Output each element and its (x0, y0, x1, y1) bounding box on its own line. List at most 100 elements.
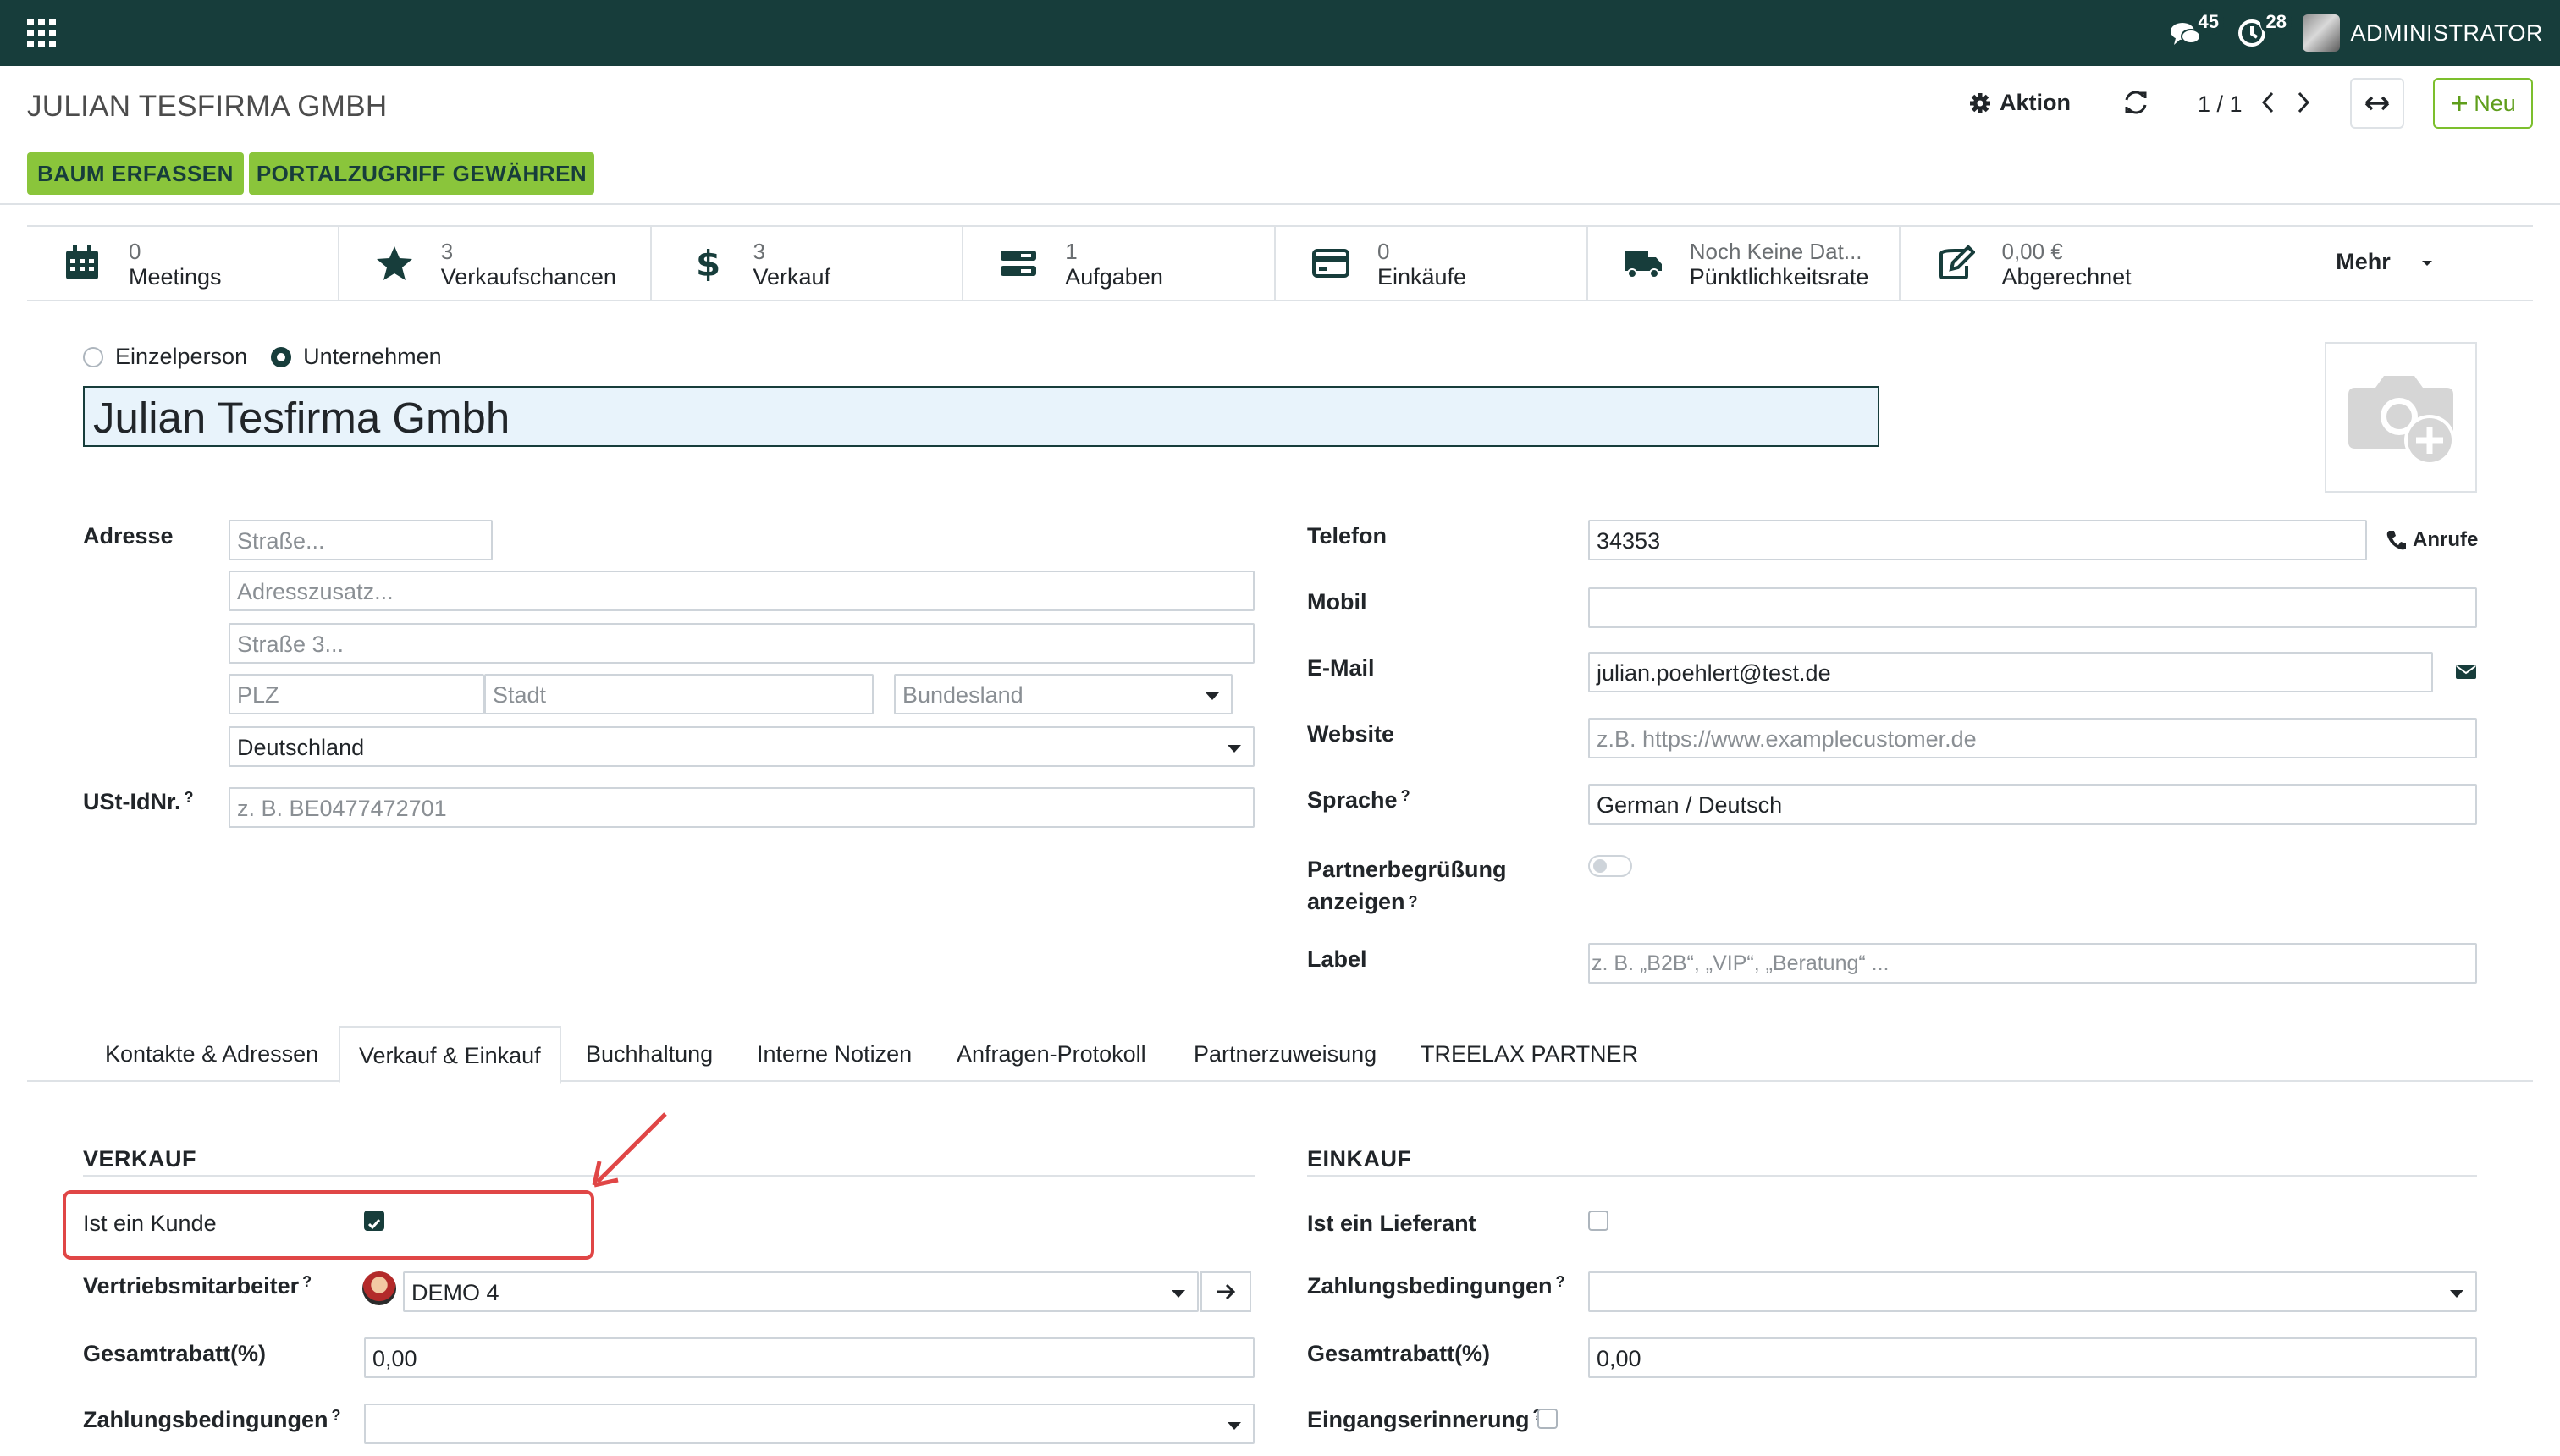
pager-next-icon[interactable] (2291, 88, 2316, 117)
envelope-icon[interactable] (2455, 664, 2477, 681)
stat-value: 1 (1065, 239, 1078, 264)
partner-name-input[interactable]: Julian Tesfirma Gmbh (83, 386, 1879, 447)
vat-help[interactable]: ? (185, 789, 194, 806)
user-menu[interactable]: ADMINISTRATOR (2303, 14, 2543, 52)
navbar-right: 45 28 ADMINISTRATOR (2167, 0, 2543, 66)
tasks-stat-button[interactable]: 1 Aufgaben (963, 227, 1276, 300)
greeting-toggle[interactable] (1588, 855, 1632, 877)
sales-stat-button[interactable]: $ 3 Verkauf (652, 227, 964, 300)
grant-portal-access-button[interactable]: PORTALZUGRIFF GEWÄHREN (249, 152, 594, 195)
language-select[interactable]: German / Deutsch (1588, 784, 2477, 825)
company-type-selector: Einzelperson Unternehmen (83, 344, 442, 370)
individual-radio[interactable] (83, 346, 103, 367)
refresh-icon[interactable] (2121, 88, 2150, 117)
tab-partner-assignment[interactable]: Partnerzuweisung (1194, 1041, 1377, 1067)
website-label: Website (1307, 721, 1395, 747)
pager-previous-icon[interactable] (2255, 88, 2281, 117)
company-radio[interactable] (271, 346, 292, 367)
state-select[interactable]: Bundesland (894, 674, 1233, 714)
street2-input[interactable]: Adresszusatz... (229, 571, 1255, 611)
salesperson-help[interactable]: ? (302, 1273, 312, 1290)
receipt-reminder-label-text: Eingangserinnerung (1307, 1407, 1530, 1432)
salesperson-value: DEMO 4 (411, 1280, 499, 1305)
messages-button[interactable]: 45 (2167, 9, 2224, 52)
country-select[interactable]: Deutschland (229, 726, 1255, 767)
vat-input[interactable]: z. B. BE0477472701 (229, 787, 1255, 828)
truck-icon (1624, 251, 1662, 279)
individual-label: Einzelperson (115, 344, 248, 369)
purchase-terms-help[interactable]: ? (1555, 1273, 1564, 1290)
purchase-terms-select[interactable] (1588, 1271, 2477, 1312)
star-icon (376, 246, 412, 280)
purchase-discount-input[interactable]: 0,00 (1588, 1337, 2477, 1378)
street3-input[interactable]: Straße 3... (229, 623, 1255, 664)
stat-label: Verkauf (753, 264, 831, 290)
language-help[interactable]: ? (1401, 787, 1410, 804)
is-vendor-label: Ist ein Lieferant (1307, 1211, 1476, 1236)
salesperson-label-text: Vertriebsmitarbeiter (83, 1273, 300, 1299)
mobile-input[interactable] (1588, 587, 2477, 628)
purchases-stat-button[interactable]: 0 Einkäufe (1276, 227, 1588, 300)
photo-upload[interactable] (2325, 342, 2477, 493)
street-input[interactable]: Straße... (229, 520, 493, 560)
new-record-button[interactable]: Neu (2433, 78, 2533, 129)
call-button[interactable]: Anrufe (2386, 528, 2478, 552)
city-input[interactable]: Stadt (484, 674, 874, 714)
vat-label-text: USt-IdNr. (83, 789, 181, 814)
pager-value[interactable]: 1 / 1 (2198, 91, 2243, 118)
is-vendor-checkbox[interactable] (1588, 1211, 1608, 1231)
purchase-section-divider (1307, 1175, 2477, 1177)
activities-badge: 28 (2260, 9, 2292, 35)
sales-terms-label: Zahlungsbedingungen? (83, 1407, 340, 1433)
phone-label: Telefon (1307, 523, 1387, 549)
sales-section-title: VERKAUF (83, 1146, 197, 1172)
on-time-rate-stat-button[interactable]: Noch Keine Dat... Pünktlichkeitsrate (1588, 227, 1901, 300)
dollar-icon: $ (696, 244, 720, 283)
tab-sales-purchase[interactable]: Verkauf & Einkauf (339, 1026, 561, 1084)
tab-accounting[interactable]: Buchhaltung (586, 1041, 713, 1067)
chevron-down-icon (1228, 745, 1241, 753)
greeting-help[interactable]: ? (1409, 893, 1418, 910)
language-label-text: Sprache (1307, 787, 1398, 813)
user-avatar (2303, 14, 2341, 52)
salesperson-open-button[interactable] (1200, 1271, 1251, 1312)
chevron-down-icon (2450, 1290, 2463, 1298)
sales-terms-select[interactable] (364, 1404, 1255, 1444)
tag-input[interactable]: z. B. „B2B“, „VIP“, „Beratung“ ... (1588, 943, 2477, 984)
state-placeholder: Bundesland (902, 682, 1023, 708)
sales-terms-help[interactable]: ? (331, 1407, 340, 1424)
receipt-reminder-checkbox[interactable] (1537, 1409, 1558, 1429)
meetings-stat-button[interactable]: 0 Meetings (27, 227, 339, 300)
company-label: Unternehmen (303, 344, 442, 369)
salesperson-select[interactable]: DEMO 4 (403, 1271, 1199, 1312)
activities-button[interactable]: 28 (2235, 9, 2292, 52)
stat-label: Aufgaben (1065, 264, 1163, 290)
camera-plus-icon (2348, 376, 2455, 466)
tab-requests-log[interactable]: Anfragen-Protokoll (957, 1041, 1146, 1067)
stat-label: Verkaufschancen (440, 264, 616, 290)
tab-internal-notes[interactable]: Interne Notizen (757, 1041, 912, 1067)
email-input[interactable]: julian.poehlert@test.de (1588, 652, 2433, 692)
user-name: ADMINISTRATOR (2350, 19, 2543, 46)
website-input[interactable]: z.B. https://www.examplecustomer.de (1588, 718, 2477, 758)
is-customer-checkbox[interactable] (364, 1211, 384, 1231)
invoiced-stat-button[interactable]: 0,00 € Abgerechnet (1901, 227, 2213, 300)
tab-treelax-partner[interactable]: TREELAX PARTNER (1421, 1041, 1638, 1067)
tree-capture-button[interactable]: BAUM ERFASSEN (27, 152, 244, 195)
action-menu-button[interactable]: Aktion (1969, 90, 2071, 116)
phone-input[interactable]: 34353 (1588, 520, 2367, 560)
language-label: Sprache? (1307, 787, 1410, 813)
zip-input[interactable]: PLZ (229, 674, 484, 714)
messages-badge: 45 (2193, 9, 2224, 35)
opportunities-stat-button[interactable]: 3 Verkaufschancen (339, 227, 652, 300)
expand-width-button[interactable] (2350, 78, 2404, 129)
sales-discount-input[interactable]: 0,00 (364, 1337, 1255, 1378)
salesperson-avatar (362, 1271, 396, 1305)
receipt-reminder-label: Eingangserinnerung? (1307, 1407, 1542, 1433)
app-menu-icon[interactable] (27, 19, 56, 47)
new-label: Neu (2474, 90, 2516, 116)
more-stats-button[interactable]: Mehr (2212, 227, 2533, 300)
caret-down-icon (2422, 261, 2433, 266)
tab-contacts-addresses[interactable]: Kontakte & Adressen (105, 1041, 318, 1067)
stat-label: Meetings (129, 264, 222, 290)
